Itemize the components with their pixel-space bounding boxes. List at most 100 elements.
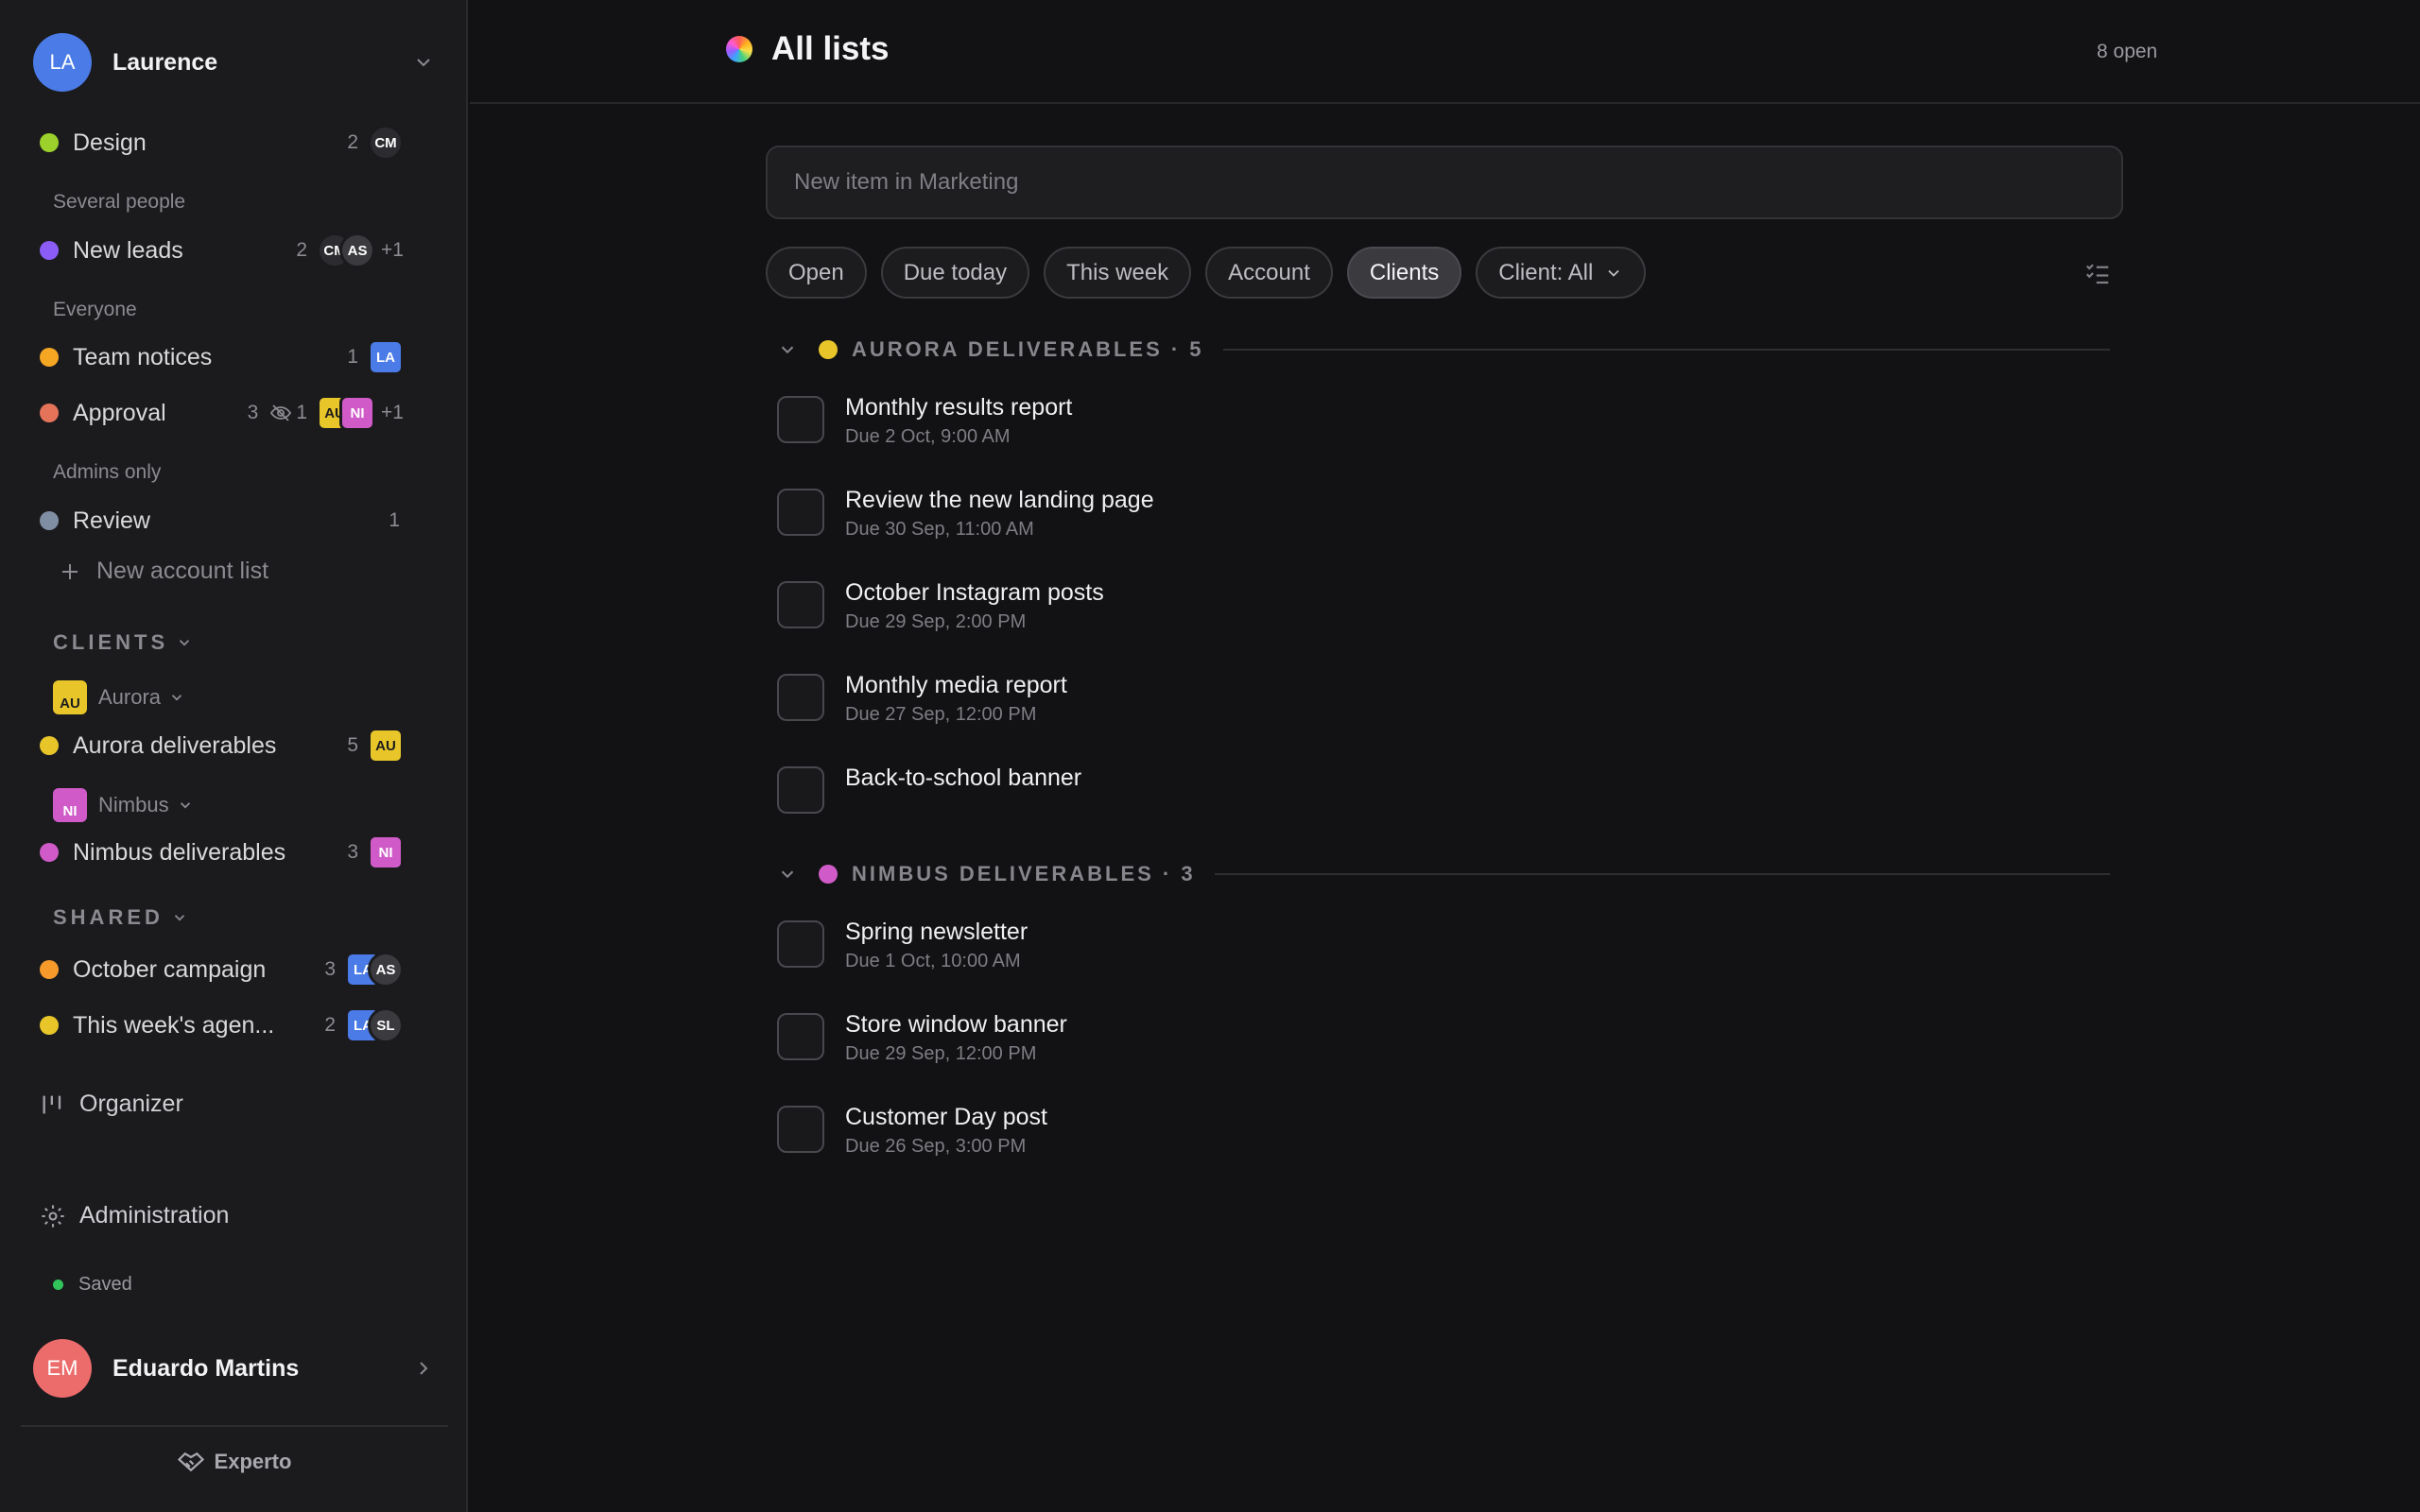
sidebar-item-team-notices[interactable]: Team notices 1 LA <box>40 336 404 378</box>
chevron-right-icon <box>412 1357 435 1380</box>
filter-chip-account[interactable]: Account <box>1205 247 1333 299</box>
client-nimbus[interactable]: NI Nimbus <box>53 788 194 822</box>
chevron-down-icon[interactable] <box>777 339 798 360</box>
task-due-date: Due 27 Sep, 12:00 PM <box>845 704 1037 725</box>
sidebar-item-weeks-agenda[interactable]: This week's agen... 2 LA SL <box>40 1005 404 1046</box>
item-count: 3 <box>347 841 358 863</box>
sidebar-item-nimbus-deliverables[interactable]: Nimbus deliverables 3 NI <box>40 832 404 873</box>
section-shared[interactable]: SHARED <box>53 905 188 930</box>
task-title[interactable]: Monthly media report <box>845 670 1067 700</box>
item-count: 1 <box>347 346 358 368</box>
organizer-link[interactable]: Organizer <box>40 1091 183 1118</box>
sidebar-item-review[interactable]: Review 1 <box>40 500 404 541</box>
list-color-dot <box>40 843 59 862</box>
task-checkbox[interactable] <box>777 396 824 443</box>
item-count: 1 <box>389 509 400 531</box>
group-header-nimbus[interactable]: NIMBUS DELIVERABLES · 3 <box>777 862 2110 886</box>
task-title[interactable]: Customer Day post <box>845 1102 1047 1132</box>
sidebar-item-label: New leads <box>73 236 183 264</box>
group-header-aurora[interactable]: AURORA DELIVERABLES · 5 <box>777 337 2110 362</box>
group-color-dot <box>819 340 838 359</box>
sidebar-item-label: Approval <box>73 399 166 426</box>
task-due-date: Due 2 Oct, 9:00 AM <box>845 426 1011 447</box>
task-item: Store window banner Due 29 Sep, 12:00 PM <box>777 1009 2100 1085</box>
open-count: 8 open <box>2097 41 2158 62</box>
client-name: Nimbus <box>98 793 169 816</box>
item-count: 3 <box>247 402 259 423</box>
filter-chip-due-today[interactable]: Due today <box>880 247 1030 299</box>
eye-off-icon <box>270 404 292 421</box>
list-color-dot <box>40 736 59 755</box>
chevron-down-icon <box>176 634 193 651</box>
handshake-icon <box>177 1452 204 1472</box>
group-title: AURORA DELIVERABLES · 5 <box>852 337 1204 361</box>
gear-icon <box>40 1203 66 1229</box>
member-avatar: CM <box>368 125 404 161</box>
account-avatar: LA <box>33 33 92 92</box>
list-color-dot <box>40 404 59 422</box>
section-title: SHARED <box>53 905 164 929</box>
user-profile[interactable]: EM Eduardo Martins <box>33 1339 435 1398</box>
sidebar-item-label: Design <box>73 129 147 156</box>
member-avatars: LA SL <box>345 1007 404 1043</box>
new-item-input[interactable] <box>766 146 2123 219</box>
account-switcher[interactable]: LA Laurence <box>33 33 435 92</box>
task-due-date: Due 26 Sep, 3:00 PM <box>845 1136 1027 1157</box>
chevron-down-icon[interactable] <box>412 51 435 74</box>
client-aurora[interactable]: AU Aurora <box>53 680 185 714</box>
sidebar-item-design[interactable]: Design 2 CM <box>40 122 404 163</box>
task-checkbox[interactable] <box>777 674 824 721</box>
member-avatar: AS <box>368 952 404 988</box>
filter-chip-clients[interactable]: Clients <box>1346 247 1462 299</box>
sidebar: LA Laurence Design 2 CM Several people N… <box>0 0 468 1512</box>
page-title: All lists <box>771 30 890 67</box>
more-members: +1 <box>381 239 404 261</box>
save-status: Saved <box>38 1274 132 1296</box>
chevron-down-icon <box>177 797 194 814</box>
task-item: Monthly results report Due 2 Oct, 9:00 A… <box>777 392 2100 468</box>
organizer-label: Organizer <box>79 1091 183 1117</box>
sidebar-item-october-campaign[interactable]: October campaign 3 LA AS <box>40 949 404 990</box>
sidebar-item-aurora-deliverables[interactable]: Aurora deliverables 5 AU <box>40 725 404 766</box>
hidden-items: 1 <box>269 402 307 424</box>
sidebar-item-new-leads[interactable]: New leads 2 CM AS +1 <box>40 230 404 271</box>
sidebar-item-approval[interactable]: Approval 3 1 AU NI +1 <box>40 392 404 434</box>
account-name: Laurence <box>112 48 218 76</box>
task-title[interactable]: Back-to-school banner <box>845 763 1081 793</box>
group-divider <box>1222 349 2110 351</box>
user-name: Eduardo Martins <box>112 1354 300 1382</box>
task-title[interactable]: Store window banner <box>845 1009 1067 1040</box>
hidden-count-value: 1 <box>296 402 308 423</box>
task-title[interactable]: Monthly results report <box>845 392 1072 422</box>
task-title[interactable]: October Instagram posts <box>845 577 1104 608</box>
new-account-list-button[interactable]: New account list <box>59 558 268 585</box>
task-checkbox[interactable] <box>777 766 824 814</box>
task-title[interactable]: Review the new landing page <box>845 485 1154 515</box>
task-title[interactable]: Spring newsletter <box>845 917 1028 947</box>
chevron-down-icon[interactable] <box>777 864 798 885</box>
sidebar-item-label: Aurora deliverables <box>73 731 277 759</box>
section-title: CLIENTS <box>53 630 169 654</box>
filter-chip-open[interactable]: Open <box>766 247 867 299</box>
new-account-list-label: New account list <box>96 558 269 584</box>
list-color-dot <box>40 133 59 152</box>
task-checkbox[interactable] <box>777 581 824 628</box>
administration-label: Administration <box>79 1202 230 1228</box>
task-checkbox[interactable] <box>777 1106 824 1153</box>
administration-link[interactable]: Administration <box>40 1202 229 1229</box>
member-avatar: SL <box>368 1007 404 1043</box>
task-checkbox[interactable] <box>777 920 824 968</box>
task-checkbox[interactable] <box>777 1013 824 1060</box>
client-filter-value: Client: All <box>1498 259 1594 285</box>
client-filter-select[interactable]: Client: All <box>1476 247 1647 299</box>
task-checkbox[interactable] <box>777 489 824 536</box>
more-members: +1 <box>381 402 404 423</box>
checklist-toggle-icon[interactable] <box>2083 259 2112 287</box>
group-color-dot <box>819 865 838 884</box>
section-clients[interactable]: CLIENTS <box>53 630 193 655</box>
filter-chip-this-week[interactable]: This week <box>1044 247 1192 299</box>
item-count: 2 <box>296 239 308 261</box>
client-badge: NI <box>53 788 87 822</box>
task-item: Monthly media report Due 27 Sep, 12:00 P… <box>777 670 2100 746</box>
member-avatars: AU NI <box>317 395 376 431</box>
